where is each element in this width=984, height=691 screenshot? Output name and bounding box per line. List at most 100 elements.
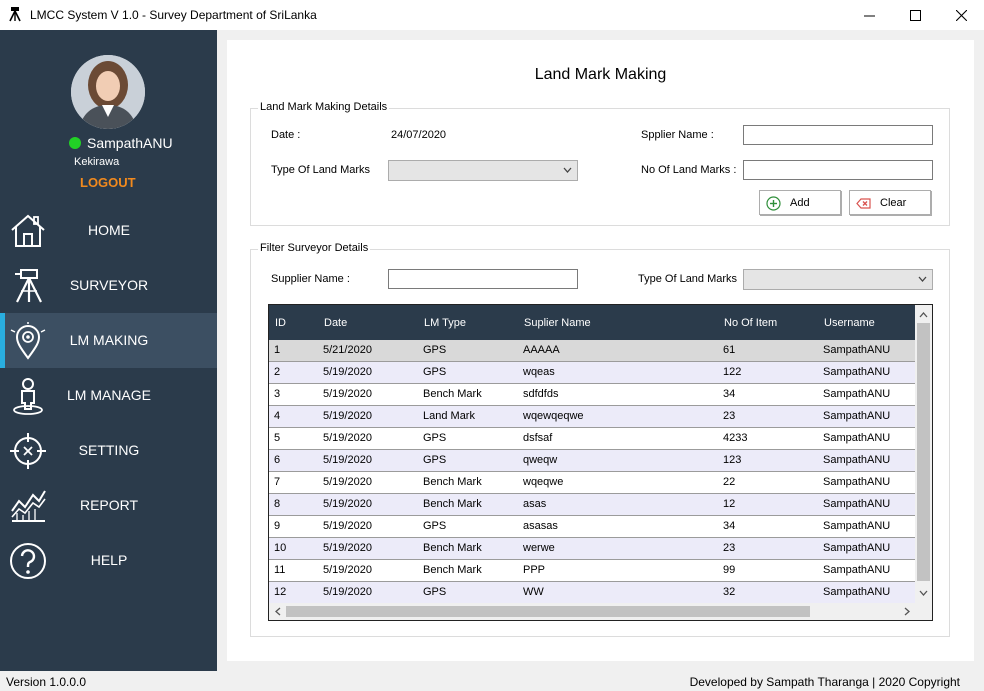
- cell-id: 2: [274, 366, 281, 378]
- horizontal-scroll-thumb[interactable]: [286, 606, 810, 617]
- supplier-name-input[interactable]: [743, 125, 933, 145]
- sidebar-item-label: SETTING: [78, 442, 140, 458]
- land-mark-table: ID Date LM Type Suplier Name No Of Item …: [268, 304, 933, 621]
- chevron-down-icon: [563, 167, 572, 173]
- land-mark-count-input[interactable]: [743, 160, 933, 180]
- cell-no-of-item: 122: [723, 366, 742, 378]
- chevron-down-icon: [918, 276, 927, 282]
- scroll-right-icon[interactable]: [904, 607, 911, 616]
- cell-lm-type: GPS: [423, 586, 447, 598]
- close-icon: [955, 9, 967, 21]
- sidebar-item-label: REPORT: [79, 497, 139, 513]
- date-value: 24/07/2020: [391, 129, 447, 141]
- cell-date: 5/19/2020: [323, 454, 372, 466]
- logout-link[interactable]: LOGOUT: [80, 175, 136, 190]
- sidebar-item-home[interactable]: HOME: [0, 203, 217, 258]
- table-row[interactable]: 11 5/19/2020 Bench Mark PPP 99 SampathANU: [269, 560, 915, 582]
- column-header-no-of-item[interactable]: No Of Item: [724, 317, 777, 329]
- table-row[interactable]: 5 5/19/2020 GPS dsfsaf 4233 SampathANU: [269, 428, 915, 450]
- table-row[interactable]: 3 5/19/2020 Bench Mark sdfdfds 34 SampathANU: [269, 384, 915, 406]
- scroll-down-icon[interactable]: [919, 590, 928, 597]
- maximize-button[interactable]: [892, 0, 938, 30]
- cell-no-of-item: 61: [723, 344, 736, 356]
- surveyor-tripod-icon: [9, 7, 21, 22]
- filter-supplier-input[interactable]: [388, 269, 578, 289]
- scroll-up-icon[interactable]: [919, 311, 928, 318]
- scroll-corner: [915, 603, 932, 620]
- plus-circle-icon: [766, 196, 781, 211]
- cell-username: SampathANU: [823, 366, 891, 378]
- table-row[interactable]: 12 5/19/2020 GPS WW 32 SampathANU: [269, 582, 915, 604]
- sidebar-item-help[interactable]: HELP: [0, 533, 217, 588]
- table-body: 1 5/21/2020 GPS AAAAA 61 SampathANU 2 5/19/2020…: [269, 340, 915, 604]
- cell-username: SampathANU: [823, 586, 891, 598]
- table-row[interactable]: 9 5/19/2020 GPS asasas 34 SampathANU: [269, 516, 915, 538]
- user-location: Kekirawa: [74, 156, 120, 168]
- sidebar-item-label: LM MANAGE: [66, 387, 151, 403]
- cell-lm-type: Bench Mark: [423, 388, 482, 400]
- sidebar-item-surveyor[interactable]: SURVEYOR: [0, 258, 217, 313]
- vertical-scroll-thumb[interactable]: [917, 323, 930, 581]
- cell-id: 6: [274, 454, 281, 466]
- version-label: Version 1.0.0.0: [6, 675, 87, 689]
- column-header-supplier-name[interactable]: Suplier Name: [524, 317, 591, 329]
- cell-supplier-name: asasas: [523, 520, 558, 532]
- cell-username: SampathANU: [823, 388, 891, 400]
- cell-no-of-item: 12: [723, 498, 736, 510]
- cell-date: 5/21/2020: [323, 344, 372, 356]
- cell-no-of-item: 34: [723, 388, 736, 400]
- cell-date: 5/19/2020: [323, 388, 372, 400]
- sidebar-item-setting[interactable]: SETTING: [0, 423, 217, 478]
- table-row[interactable]: 2 5/19/2020 GPS wqeas 122 SampathANU: [269, 362, 915, 384]
- table-row[interactable]: 6 5/19/2020 GPS qweqw 123 SampathANU: [269, 450, 915, 472]
- cell-username: SampathANU: [823, 498, 891, 510]
- sidebar-item-label: LM MAKING: [69, 332, 149, 348]
- cell-date: 5/19/2020: [323, 542, 372, 554]
- sidebar-item-lm-making[interactable]: LM MAKING: [0, 313, 217, 368]
- filter-type-select[interactable]: [743, 269, 933, 290]
- column-header-lm-type[interactable]: LM Type: [424, 317, 466, 329]
- column-header-date[interactable]: Date: [324, 317, 347, 329]
- cell-supplier-name: PPP: [523, 564, 546, 576]
- cell-lm-type: Bench Mark: [423, 476, 482, 488]
- minimize-button[interactable]: [846, 0, 892, 30]
- sidebar-item-label: HELP: [90, 552, 128, 568]
- column-header-username[interactable]: Username: [824, 317, 875, 329]
- type-of-land-marks-select[interactable]: [388, 160, 578, 181]
- column-header-id[interactable]: ID: [275, 317, 286, 329]
- cell-no-of-item: 34: [723, 520, 736, 532]
- horizontal-scrollbar[interactable]: [269, 603, 917, 620]
- cell-supplier-name: wqeas: [523, 366, 555, 378]
- details-group-legend: Land Mark Making Details: [258, 101, 390, 113]
- filter-supplier-label: Supplier Name :: [271, 273, 350, 285]
- person-pin-icon: [13, 378, 43, 415]
- cell-no-of-item: 4233: [723, 432, 748, 444]
- count-label: No Of Land Marks :: [641, 164, 737, 176]
- cell-lm-type: Bench Mark: [423, 498, 482, 510]
- cell-username: SampathANU: [823, 454, 891, 466]
- cell-username: SampathANU: [823, 476, 891, 488]
- cell-id: 5: [274, 432, 281, 444]
- cell-username: SampathANU: [823, 432, 891, 444]
- table-row[interactable]: 8 5/19/2020 Bench Mark asas 12 SampathANU: [269, 494, 915, 516]
- close-button[interactable]: [938, 0, 984, 30]
- scroll-left-icon[interactable]: [274, 607, 281, 616]
- cell-date: 5/19/2020: [323, 564, 372, 576]
- sidebar-item-report[interactable]: REPORT: [0, 478, 217, 533]
- table-row[interactable]: 10 5/19/2020 Bench Mark werwe 23 SampathANU: [269, 538, 915, 560]
- table-row[interactable]: 4 5/19/2020 Land Mark wqewqeqwe 23 SampathANU: [269, 406, 915, 428]
- cell-username: SampathANU: [823, 542, 891, 554]
- location-pin-icon: [10, 322, 46, 360]
- table-row[interactable]: 7 5/19/2020 Bench Mark wqeqwe 22 SampathANU: [269, 472, 915, 494]
- cell-lm-type: Bench Mark: [423, 564, 482, 576]
- vertical-scrollbar[interactable]: [915, 305, 932, 603]
- window-title: LMCC System V 1.0 - Survey Department of…: [30, 8, 317, 22]
- copyright-label: Developed by Sampath Tharanga | 2020 Cop…: [689, 675, 960, 689]
- add-button[interactable]: Add: [759, 190, 841, 215]
- clear-button-label: Clear: [880, 197, 907, 209]
- clear-button[interactable]: Clear: [849, 190, 931, 215]
- sidebar-item-lm-manage[interactable]: LM MANAGE: [0, 368, 217, 423]
- cell-supplier-name: asas: [523, 498, 547, 510]
- cell-lm-type: GPS: [423, 520, 447, 532]
- table-row[interactable]: 1 5/21/2020 GPS AAAAA 61 SampathANU: [269, 340, 915, 362]
